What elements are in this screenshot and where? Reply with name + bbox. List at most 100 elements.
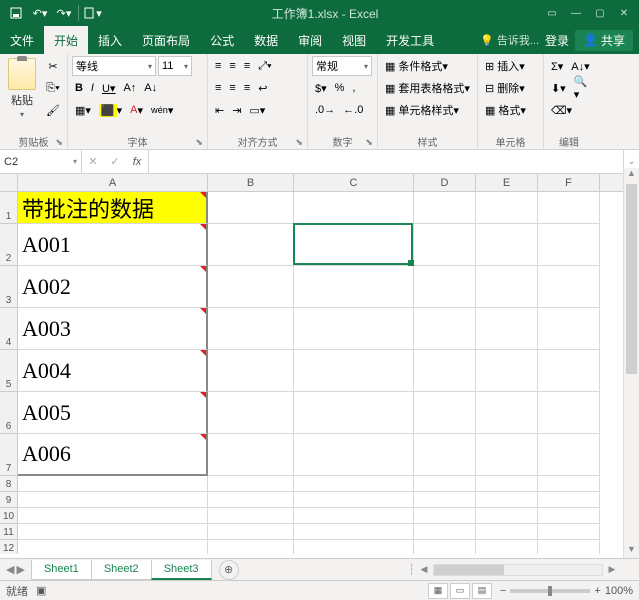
cell-D5[interactable] — [414, 350, 476, 392]
touch-mode-button[interactable]: ▾ — [83, 3, 103, 23]
scroll-thumb[interactable] — [626, 184, 637, 374]
row-header-2[interactable]: 2 — [0, 224, 18, 266]
cell-E9[interactable] — [476, 492, 538, 508]
align-top-button[interactable]: ≡ — [212, 56, 224, 76]
vertical-scrollbar[interactable]: ▲ ▼ — [623, 168, 639, 558]
cell-E3[interactable] — [476, 266, 538, 308]
cell-E4[interactable] — [476, 308, 538, 350]
column-header-E[interactable]: E — [476, 174, 538, 191]
zoom-slider[interactable] — [510, 589, 590, 593]
comment-indicator[interactable] — [200, 350, 206, 356]
tab-review[interactable]: 审阅 — [288, 26, 332, 54]
sheet-tab-sheet1[interactable]: Sheet1 — [31, 560, 92, 580]
column-header-D[interactable]: D — [414, 174, 476, 191]
cell-D11[interactable] — [414, 524, 476, 540]
increase-indent-button[interactable]: ⇥ — [229, 100, 244, 120]
sheet-next-button[interactable]: ▶ — [16, 563, 24, 576]
cell-E12[interactable] — [476, 540, 538, 554]
page-layout-button[interactable]: ▭ — [450, 583, 470, 599]
row-header-1[interactable]: 1 — [0, 192, 18, 224]
border-button[interactable]: ▦▾ — [72, 100, 94, 120]
page-break-button[interactable]: ▤ — [472, 583, 492, 599]
normal-view-button[interactable]: ▦ — [428, 583, 448, 599]
fill-color-button[interactable]: ⬛▾ — [96, 100, 125, 120]
cell-styles-button[interactable]: ▦单元格样式▾ — [382, 100, 473, 120]
cell-A6[interactable]: A005 — [18, 392, 208, 434]
row-header-12[interactable]: 12 — [0, 540, 18, 554]
cell-A5[interactable]: A004 — [18, 350, 208, 392]
comma-button[interactable]: , — [349, 78, 358, 98]
split-handle[interactable]: ┆ — [408, 563, 415, 576]
tab-view[interactable]: 视图 — [332, 26, 376, 54]
comment-indicator[interactable] — [200, 434, 206, 440]
enter-formula-button[interactable]: ✓ — [104, 155, 126, 168]
cell-B6[interactable] — [208, 392, 294, 434]
cell-E11[interactable] — [476, 524, 538, 540]
insert-function-button[interactable]: fx — [126, 156, 148, 168]
number-launcher[interactable]: ⬊ — [365, 137, 373, 148]
insert-cells-button[interactable]: ⊞插入▾ — [482, 56, 539, 76]
cell-E2[interactable] — [476, 224, 538, 266]
column-header-B[interactable]: B — [208, 174, 294, 191]
cell-A4[interactable]: A003 — [18, 308, 208, 350]
accounting-button[interactable]: $▾ — [312, 78, 330, 98]
row-header-3[interactable]: 3 — [0, 266, 18, 308]
cell-F10[interactable] — [538, 508, 600, 524]
comment-indicator[interactable] — [200, 392, 206, 398]
table-format-button[interactable]: ▦套用表格格式▾ — [382, 78, 473, 98]
fill-button[interactable]: ⬇▾ — [548, 78, 569, 98]
increase-font-button[interactable]: A↑ — [120, 78, 139, 98]
tab-formulas[interactable]: 公式 — [200, 26, 244, 54]
cell-B12[interactable] — [208, 540, 294, 554]
cell-C6[interactable] — [294, 392, 414, 434]
cell-C8[interactable] — [294, 476, 414, 492]
row-header-4[interactable]: 4 — [0, 308, 18, 350]
cell-B8[interactable] — [208, 476, 294, 492]
comment-indicator[interactable] — [200, 224, 206, 230]
row-header-8[interactable]: 8 — [0, 476, 18, 492]
cell-A11[interactable] — [18, 524, 208, 540]
sheet-prev-button[interactable]: ◀ — [6, 563, 14, 576]
cell-B4[interactable] — [208, 308, 294, 350]
ribbon-display-button[interactable]: ▭ — [541, 4, 563, 22]
cell-F8[interactable] — [538, 476, 600, 492]
cell-A9[interactable] — [18, 492, 208, 508]
font-name-select[interactable]: 等线▾ — [72, 56, 156, 76]
cell-E8[interactable] — [476, 476, 538, 492]
row-header-6[interactable]: 6 — [0, 392, 18, 434]
cell-D2[interactable] — [414, 224, 476, 266]
cell-C7[interactable] — [294, 434, 414, 476]
orientation-button[interactable]: ⤢▾ — [255, 56, 274, 76]
cell-D9[interactable] — [414, 492, 476, 508]
tab-data[interactable]: 数据 — [244, 26, 288, 54]
close-button[interactable]: ✕ — [613, 4, 635, 22]
cell-C9[interactable] — [294, 492, 414, 508]
row-header-11[interactable]: 11 — [0, 524, 18, 540]
zoom-in-button[interactable]: + — [594, 585, 600, 597]
scroll-up-button[interactable]: ▲ — [624, 168, 639, 182]
cell-C3[interactable] — [294, 266, 414, 308]
tab-insert[interactable]: 插入 — [88, 26, 132, 54]
cell-A1[interactable]: 带批注的数据 — [18, 192, 208, 224]
new-sheet-button[interactable]: ⊕ — [219, 560, 239, 580]
column-header-A[interactable]: A — [18, 174, 208, 191]
delete-cells-button[interactable]: ⊟删除▾ — [482, 78, 539, 98]
column-header-F[interactable]: F — [538, 174, 600, 191]
comment-indicator[interactable] — [200, 192, 206, 198]
zoom-level[interactable]: 100% — [605, 585, 633, 597]
paste-button[interactable]: 粘贴 ▾ — [4, 56, 40, 121]
cell-C11[interactable] — [294, 524, 414, 540]
maximize-button[interactable]: ▢ — [589, 4, 611, 22]
column-header-C[interactable]: C — [294, 174, 414, 191]
hscroll-thumb[interactable] — [434, 565, 504, 575]
cells-area[interactable]: 带批注的数据A001A002A003A004A005A006 — [18, 192, 600, 554]
cell-B9[interactable] — [208, 492, 294, 508]
comment-indicator[interactable] — [200, 266, 206, 272]
macro-record-button[interactable]: ▣ — [36, 584, 46, 597]
decrease-font-button[interactable]: A↓ — [141, 78, 160, 98]
cell-E1[interactable] — [476, 192, 538, 224]
cut-button[interactable]: ✂ — [43, 56, 63, 76]
conditional-format-button[interactable]: ▦条件格式▾ — [382, 56, 473, 76]
cell-A10[interactable] — [18, 508, 208, 524]
font-size-select[interactable]: 11▾ — [158, 56, 192, 76]
